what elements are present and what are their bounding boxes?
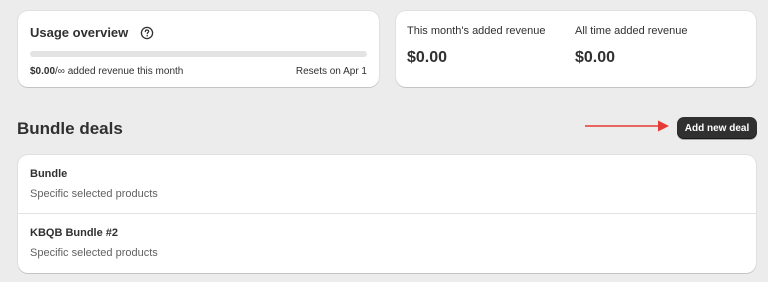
add-new-deal-button[interactable]: Add new deal: [677, 117, 757, 139]
usage-limit-text: /∞ added revenue this month: [55, 66, 184, 77]
deal-name: KBQB Bundle #2: [30, 227, 119, 239]
alltime-revenue: All time added revenue $0.00: [575, 25, 688, 67]
alltime-revenue-label: All time added revenue: [575, 25, 688, 37]
deal-subtitle: Specific selected products: [30, 247, 158, 259]
help-icon[interactable]: [140, 26, 154, 40]
usage-progress-bar: [30, 51, 367, 57]
usage-amount-text: $0.00/∞ added revenue this month: [30, 66, 183, 77]
deal-subtitle: Specific selected products: [30, 188, 158, 200]
usage-amount: $0.00: [30, 66, 56, 77]
usage-overview-card: Usage overview $0.00/∞ added revenue thi…: [18, 11, 379, 87]
usage-title-row: Usage overview: [30, 25, 154, 40]
month-revenue-label: This month's added revenue: [407, 25, 546, 37]
deals-list: Bundle Specific selected products KBQB B…: [18, 155, 756, 273]
section-title: Bundle deals: [17, 119, 123, 138]
usage-reset-text: Resets on Apr 1: [295, 66, 367, 77]
deal-list-item[interactable]: KBQB Bundle #2 Specific selected product…: [18, 214, 756, 273]
deal-list-item[interactable]: Bundle Specific selected products: [18, 155, 756, 214]
month-revenue: This month's added revenue $0.00: [407, 25, 545, 67]
deal-name: Bundle: [30, 168, 68, 180]
alltime-revenue-value: $0.00: [575, 49, 616, 66]
pointer-arrow-icon: [585, 120, 669, 132]
revenue-card: This month's added revenue $0.00 All tim…: [396, 11, 756, 87]
usage-title: Usage overview: [30, 25, 129, 40]
month-revenue-value: $0.00: [407, 49, 448, 66]
